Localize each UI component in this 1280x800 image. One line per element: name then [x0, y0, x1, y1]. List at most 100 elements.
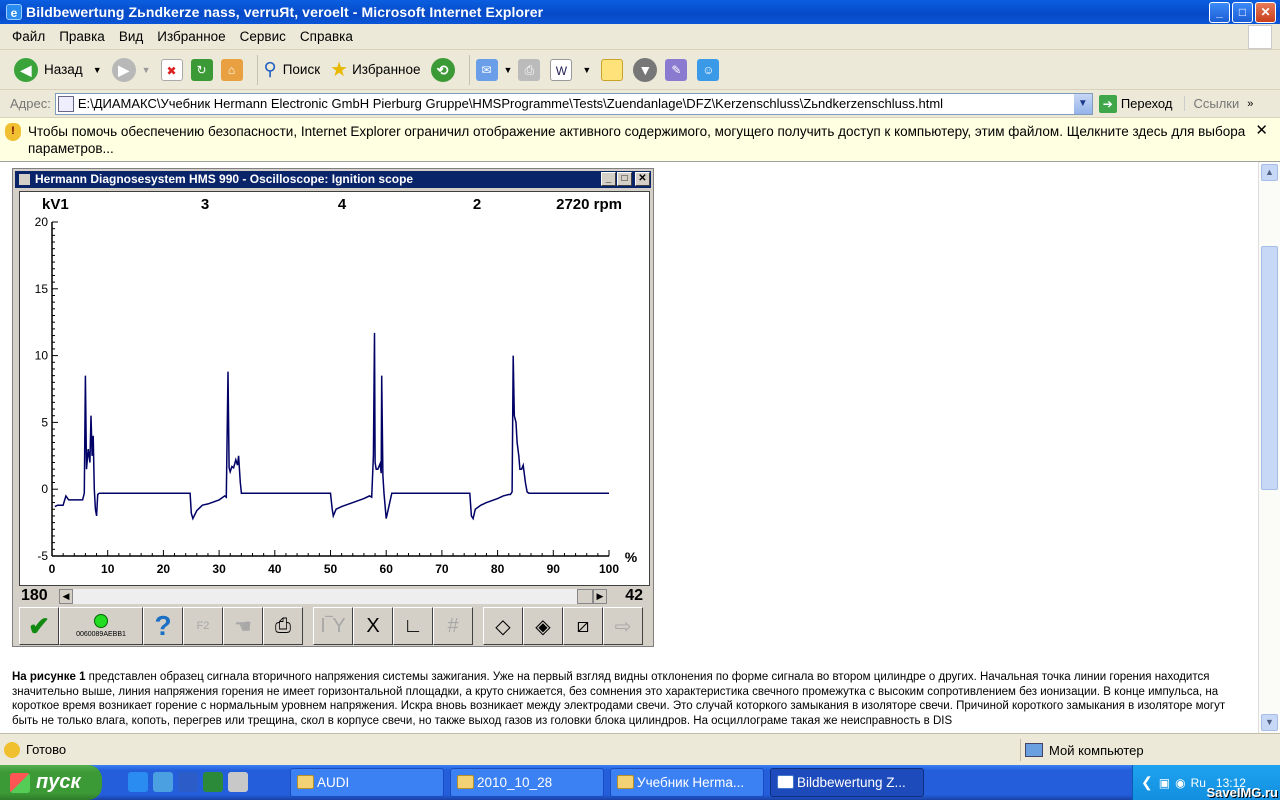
waveform-icon[interactable]: ∟	[393, 607, 433, 645]
scroll-right-value: 42	[625, 587, 643, 604]
browser-quicklaunch-icon[interactable]	[153, 772, 173, 792]
task-label: Bildbewertung Z...	[797, 775, 906, 790]
menu-favorites[interactable]: Избранное	[157, 29, 225, 44]
note-icon[interactable]	[601, 58, 624, 81]
history-icon[interactable]: ⟲	[430, 57, 455, 82]
task-audi[interactable]: AUDI	[290, 768, 444, 797]
zone-text: Мой компьютер	[1049, 742, 1144, 758]
mail-icon[interactable]: ✉	[475, 58, 498, 81]
task-uchebnik[interactable]: Учебник Herma...	[610, 768, 764, 797]
address-input[interactable]: E:\ДИАМАКС\Учебник Hermann Electronic Gm…	[54, 92, 1093, 115]
y-tick-label: 10	[35, 349, 49, 363]
scroll-up-icon[interactable]: ▲	[1261, 164, 1278, 181]
tray-expand-icon[interactable]: ❮	[1141, 774, 1153, 791]
x-tick-label: 90	[547, 562, 561, 576]
printer-icon[interactable]: ⎙	[263, 607, 303, 645]
task-label: 2010_10_28	[477, 775, 553, 790]
vertical-scroll-thumb[interactable]	[1261, 246, 1278, 490]
menu-view[interactable]: Вид	[119, 29, 143, 44]
minimize-button[interactable]: _	[1209, 2, 1230, 23]
scroll-thumb[interactable]	[577, 588, 593, 604]
zoom-out-icon[interactable]: ◈	[523, 607, 563, 645]
links-button[interactable]: Ссылки	[1184, 96, 1239, 111]
edit-dropdown-icon[interactable]: ▼	[582, 65, 591, 75]
x-tick-label: 30	[212, 562, 226, 576]
security-infobar[interactable]: ! Чтобы помочь обеспечению безопасности,…	[0, 118, 1280, 162]
research-icon[interactable]: ✎	[665, 58, 688, 81]
volume-icon[interactable]: ◉	[1175, 776, 1185, 790]
forward-dropdown-icon[interactable]: ▼	[142, 65, 151, 75]
task-bildbewertung[interactable]: Bildbewertung Z...	[770, 768, 924, 797]
windows-flag-icon	[10, 773, 30, 793]
folder-icon	[617, 775, 634, 789]
network-icon[interactable]: ▣	[1159, 776, 1170, 790]
search-icon: ⚲	[263, 59, 277, 79]
y-scale-icon[interactable]: I‾Y	[313, 607, 353, 645]
infobar-text: Чтобы помочь обеспечению безопасности, I…	[28, 124, 1246, 156]
forward-arrow-icon: ▶	[111, 57, 136, 82]
close-button[interactable]: ✕	[1255, 2, 1276, 23]
task-2010-10-28[interactable]: 2010_10_28	[450, 768, 604, 797]
reset-icon[interactable]: ⧄	[563, 607, 603, 645]
start-button[interactable]: пуск	[0, 765, 102, 800]
home-icon[interactable]: ⌂	[220, 58, 243, 81]
device-status-button[interactable]: 0060089AEBB1	[59, 607, 143, 645]
next-arrow-icon[interactable]: ⇨	[603, 607, 643, 645]
infobar-close-icon[interactable]: ✕	[1255, 122, 1268, 139]
osc-minimize-button[interactable]: _	[601, 172, 616, 186]
excel-quicklaunch-icon[interactable]	[203, 772, 223, 792]
go-label: Переход	[1120, 96, 1173, 111]
cylinder-label: 2	[473, 196, 481, 213]
lang-indicator[interactable]: Ru	[1191, 776, 1206, 790]
scroll-down-icon[interactable]: ▼	[1261, 714, 1278, 731]
vertical-scrollbar[interactable]: ▲ ▼	[1258, 162, 1280, 733]
x-tick-label: 60	[380, 562, 394, 576]
cylinder-label: 3	[201, 196, 209, 213]
menu-help[interactable]: Справка	[300, 29, 353, 44]
osc-maximize-button[interactable]: □	[617, 172, 632, 186]
cylinder-label: 4	[338, 196, 347, 213]
messenger-icon[interactable]: ☺	[697, 58, 720, 81]
f2-button[interactable]: F2	[183, 607, 223, 645]
refresh-icon[interactable]: ↻	[190, 58, 213, 81]
x-tick-label: 40	[268, 562, 282, 576]
grid-icon[interactable]: #	[433, 607, 473, 645]
status-bar: Готово Мой компьютер	[0, 733, 1280, 765]
stop-icon[interactable]: ✖	[160, 58, 183, 81]
page-icon	[57, 95, 74, 112]
forward-button[interactable]: ▶ ▼	[111, 57, 151, 82]
print-icon[interactable]: ⎙	[518, 58, 541, 81]
menu-edit[interactable]: Правка	[59, 29, 105, 44]
mail-dropdown-icon[interactable]: ▼	[504, 65, 513, 75]
menu-file[interactable]: Файл	[12, 29, 45, 44]
menu-tools[interactable]: Сервис	[240, 29, 286, 44]
chevron-right-icon[interactable]: »	[1247, 98, 1253, 110]
osc-scrollbar[interactable]: 180 ◀ ▶ 42	[19, 587, 650, 605]
word-edit-icon[interactable]: W	[550, 58, 573, 81]
scroll-left-icon[interactable]: ◀	[59, 588, 73, 604]
y-tick-label: 5	[41, 415, 48, 429]
go-arrow-icon: ➔	[1098, 94, 1117, 113]
zoom-in-icon[interactable]: ◇	[483, 607, 523, 645]
favorites-button[interactable]: ★ Избранное	[330, 57, 420, 82]
maximize-button[interactable]: □	[1232, 2, 1253, 23]
word-quicklaunch-icon[interactable]	[178, 772, 198, 792]
address-dropdown-icon[interactable]: ▼	[1073, 93, 1092, 114]
ie-quicklaunch-icon[interactable]	[128, 772, 148, 792]
f2-label: F2	[196, 620, 210, 632]
go-button[interactable]: ➔ Переход	[1098, 94, 1173, 113]
ok-check-button[interactable]: ✔	[19, 607, 59, 645]
scroll-track[interactable]: ◀ ▶	[59, 588, 607, 604]
task-label: AUDI	[317, 775, 350, 790]
shield-icon[interactable]: ▼	[633, 57, 658, 82]
scroll-right-icon[interactable]: ▶	[593, 588, 607, 604]
back-dropdown-icon[interactable]: ▼	[93, 65, 102, 75]
app-quicklaunch-icon[interactable]	[228, 772, 248, 792]
hand-icon[interactable]: ☚	[223, 607, 263, 645]
help-button[interactable]: ?	[143, 607, 183, 645]
x-scale-icon[interactable]: X	[353, 607, 393, 645]
search-button[interactable]: ⚲ Поиск	[264, 59, 321, 80]
window-titlebar[interactable]: e Bildbewertung Zьndkerze nass, verruЯt,…	[0, 0, 1280, 24]
back-button[interactable]: ◀ Назад ▼	[14, 57, 102, 82]
osc-close-button[interactable]: ✕	[635, 172, 650, 186]
